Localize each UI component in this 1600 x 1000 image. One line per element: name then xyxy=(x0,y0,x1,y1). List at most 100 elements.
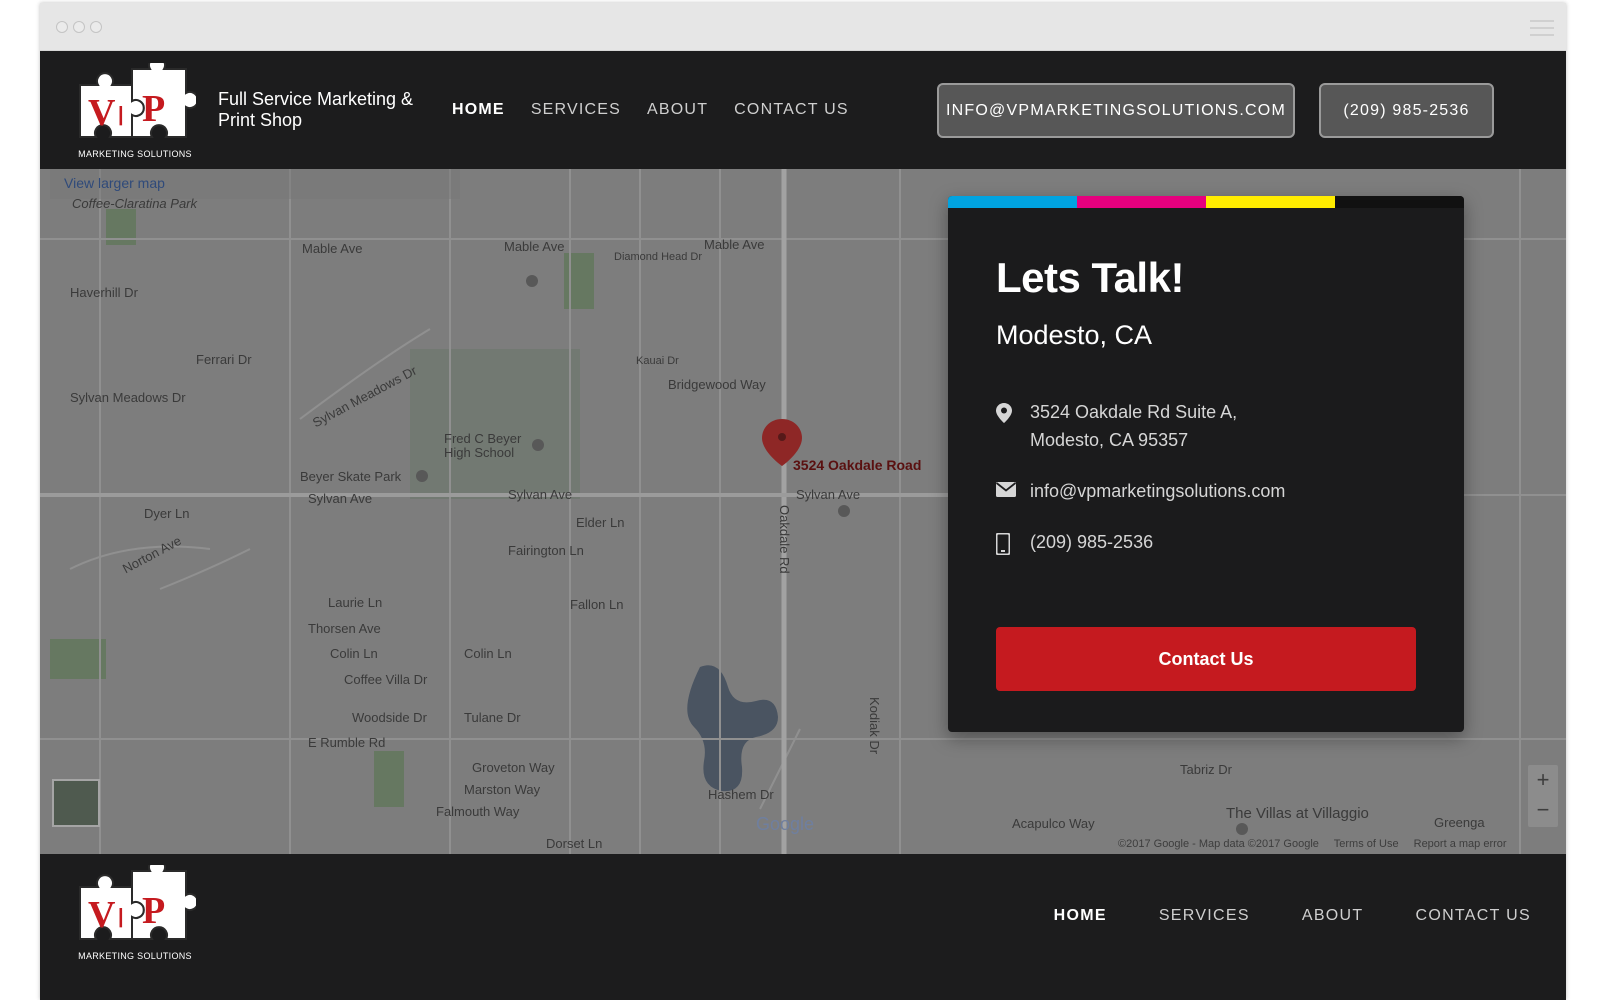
address-line-1: 3524 Oakdale Rd Suite A, xyxy=(1030,402,1238,422)
main-nav: HOME SERVICES ABOUT CONTACT US xyxy=(452,101,849,119)
stripe-black xyxy=(1335,196,1464,208)
footer-nav-contact-us[interactable]: CONTACT US xyxy=(1415,907,1531,925)
address-row: 3524 Oakdale Rd Suite A, Modesto, CA 953… xyxy=(996,398,1237,454)
location-pin-icon xyxy=(996,398,1030,423)
phone-button[interactable]: (209) 985-2536 xyxy=(1319,83,1494,138)
satellite-toggle[interactable] xyxy=(52,779,100,827)
vp-logo[interactable]: V | P MARKETING SOLUTIONS xyxy=(74,56,199,159)
footer-nav-services[interactable]: SERVICES xyxy=(1159,907,1250,925)
map-terms-link[interactable]: Terms of Use xyxy=(1334,838,1399,850)
contact-card: Lets Talk! Modesto, CA 3524 Oakdale Rd S… xyxy=(948,196,1464,732)
map-label: Ferrari Dr xyxy=(196,352,252,367)
browser-window: V | P MARKETING SOLUTIONS Full Service M… xyxy=(40,3,1566,1000)
map-label: Beyer Skate Park xyxy=(300,469,402,484)
google-logo: Google xyxy=(756,814,815,834)
map-label: Coffee-Claratina Park xyxy=(72,196,197,211)
site-header: V | P MARKETING SOLUTIONS Full Service M… xyxy=(40,51,1566,169)
svg-text:|: | xyxy=(118,104,124,126)
nav-contact-us[interactable]: CONTACT US xyxy=(734,101,849,119)
map-label: Falmouth Way xyxy=(436,804,520,819)
map-label: Laurie Ln xyxy=(328,595,383,610)
nav-about[interactable]: ABOUT xyxy=(647,101,708,119)
footer-nav-home[interactable]: HOME xyxy=(1054,907,1107,925)
footer-vp-logo[interactable]: V | P MARKETING SOLUTIONS xyxy=(74,858,199,961)
map-label: Sylvan Meadows Dr xyxy=(70,390,186,405)
close-dot-icon[interactable] xyxy=(56,21,68,33)
map-label: Coffee Villa Dr xyxy=(344,672,428,687)
stripe-magenta xyxy=(1077,196,1206,208)
stripe-yellow xyxy=(1206,196,1335,208)
envelope-icon xyxy=(996,477,1030,497)
map-label: Fred C Beyer High School xyxy=(444,431,522,460)
map-label: E Rumble Rd xyxy=(308,735,386,750)
mobile-phone-icon xyxy=(996,528,1030,555)
map-label: Bridgewood Way xyxy=(668,377,766,392)
phone-row: (209) 985-2536 xyxy=(996,528,1153,556)
svg-text:|: | xyxy=(118,906,124,928)
email-row: info@vpmarketingsolutions.com xyxy=(996,477,1285,505)
menu-icon[interactable] xyxy=(1530,20,1554,36)
puzzle-logo-icon: V | P xyxy=(79,56,199,138)
map-label: Kauai Dr xyxy=(636,355,679,367)
map-attribution: ©2017 Google - Map data ©2017 Google Ter… xyxy=(1118,838,1519,850)
footer-logo-caption: MARKETING SOLUTIONS xyxy=(78,951,192,961)
map-label: Haverhill Dr xyxy=(70,285,138,300)
map-label: Sylvan Ave xyxy=(508,487,573,502)
card-email[interactable]: info@vpmarketingsolutions.com xyxy=(1030,477,1285,505)
map-label: Greenga xyxy=(1434,815,1485,830)
map-label: Diamond Head Dr xyxy=(614,251,703,263)
map-label: Kodiak Dr xyxy=(867,697,882,755)
map-label: Tulane Dr xyxy=(464,710,521,725)
zoom-out-icon[interactable]: − xyxy=(1528,795,1558,825)
svg-text:P: P xyxy=(142,88,165,130)
window-controls xyxy=(56,21,102,33)
nav-home[interactable]: HOME xyxy=(452,101,505,119)
map-label: Elder Ln xyxy=(576,515,625,530)
svg-text:V: V xyxy=(88,92,116,134)
footer-nav-about[interactable]: ABOUT xyxy=(1302,907,1364,925)
map-label: Colin Ln xyxy=(464,646,512,661)
map-label: Marston Way xyxy=(464,782,541,797)
map-label: Groveton Way xyxy=(472,760,555,775)
google-map[interactable]: View larger map Coffee-Claratina Park Ma… xyxy=(40,169,1566,854)
card-phone[interactable]: (209) 985-2536 xyxy=(1030,528,1153,556)
browser-chrome xyxy=(40,3,1566,51)
view-larger-map-bar: View larger map xyxy=(50,169,460,199)
card-title: Lets Talk! xyxy=(996,254,1184,301)
map-label: Thorsen Ave xyxy=(308,621,381,636)
site-tagline: Full Service Marketing & Print Shop xyxy=(218,89,414,130)
site-footer: V | P MARKETING SOLUTIONS HOME SERVICES … xyxy=(40,854,1566,1000)
map-label: The Villas at Villaggio xyxy=(1226,805,1369,822)
map-label: Colin Ln xyxy=(330,646,378,661)
address-line-2: Modesto, CA 95357 xyxy=(1030,430,1189,450)
map-label: Mable Ave xyxy=(504,239,565,254)
email-button[interactable]: INFO@VPMARKETINGSOLUTIONS.COM xyxy=(937,83,1295,138)
map-label: Fallon Ln xyxy=(570,597,624,612)
zoom-in-icon[interactable]: + xyxy=(1528,765,1558,795)
minimize-dot-icon[interactable] xyxy=(73,21,85,33)
map-pin-label: 3524 Oakdale Road xyxy=(793,457,922,473)
view-larger-map-link[interactable]: View larger map xyxy=(64,175,165,191)
footer-nav: HOME SERVICES ABOUT CONTACT US xyxy=(1054,907,1531,925)
map-label: Dyer Ln xyxy=(144,506,190,521)
map-label: Mable Ave xyxy=(704,237,765,252)
maximize-dot-icon[interactable] xyxy=(90,21,102,33)
map-report-link[interactable]: Report a map error xyxy=(1414,838,1507,850)
map-label: Acapulco Way xyxy=(1012,816,1095,831)
map-label: Sylvan Ave xyxy=(308,491,373,506)
puzzle-logo-icon: V | P xyxy=(79,858,199,940)
contact-us-button[interactable]: Contact Us xyxy=(996,627,1416,691)
map-label: Tabriz Dr xyxy=(1180,762,1233,777)
map-label: Oakdale Rd xyxy=(777,505,792,574)
card-city: Modesto, CA xyxy=(996,320,1153,350)
logo-caption: MARKETING SOLUTIONS xyxy=(78,149,192,159)
nav-services[interactable]: SERVICES xyxy=(531,101,621,119)
map-label: Dorset Ln xyxy=(546,836,603,851)
svg-text:V: V xyxy=(88,894,116,936)
map-label: Woodside Dr xyxy=(352,710,427,725)
map-zoom-control: + − xyxy=(1528,765,1558,827)
map-copyright: ©2017 Google - Map data ©2017 Google xyxy=(1118,838,1319,850)
map-label: Fairington Ln xyxy=(508,543,584,558)
stripe-cyan xyxy=(948,196,1077,208)
cmyk-stripes xyxy=(948,196,1464,208)
